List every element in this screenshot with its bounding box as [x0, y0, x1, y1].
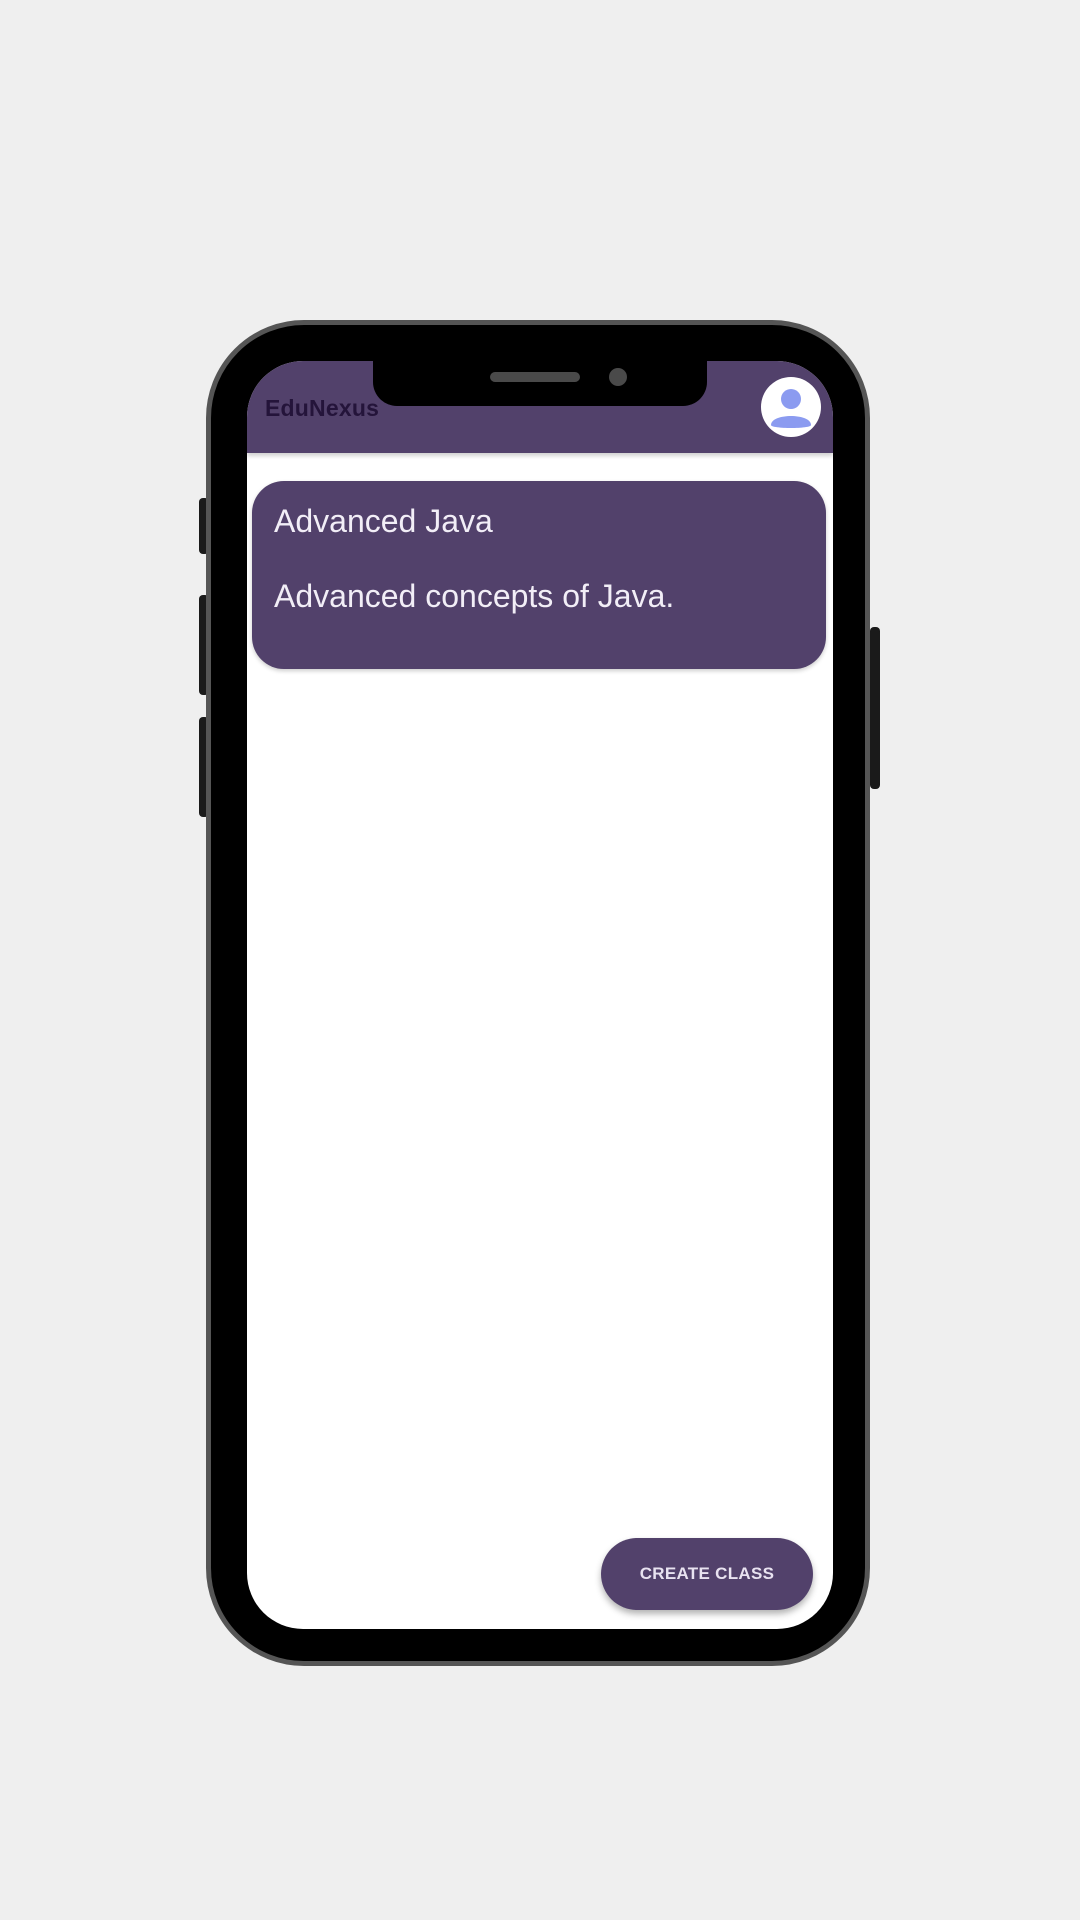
notch	[373, 361, 707, 406]
app-title: EduNexus	[265, 395, 380, 421]
create-class-button[interactable]: CREATE CLASS	[601, 1538, 813, 1610]
user-avatar-icon[interactable]	[761, 377, 821, 437]
class-card[interactable]: Advanced Java Advanced concepts of Java.	[252, 481, 826, 669]
front-camera	[609, 368, 627, 386]
class-description: Advanced concepts of Java.	[274, 578, 675, 614]
power-button	[870, 627, 880, 789]
app-screen: EduNexus Advanced Java Advanced concepts…	[247, 361, 833, 1629]
device-frame: EduNexus Advanced Java Advanced concepts…	[0, 0, 1080, 1920]
speaker-grille	[490, 372, 580, 382]
user-avatar-icon-glyph	[771, 389, 811, 428]
class-name: Advanced Java	[274, 503, 493, 539]
